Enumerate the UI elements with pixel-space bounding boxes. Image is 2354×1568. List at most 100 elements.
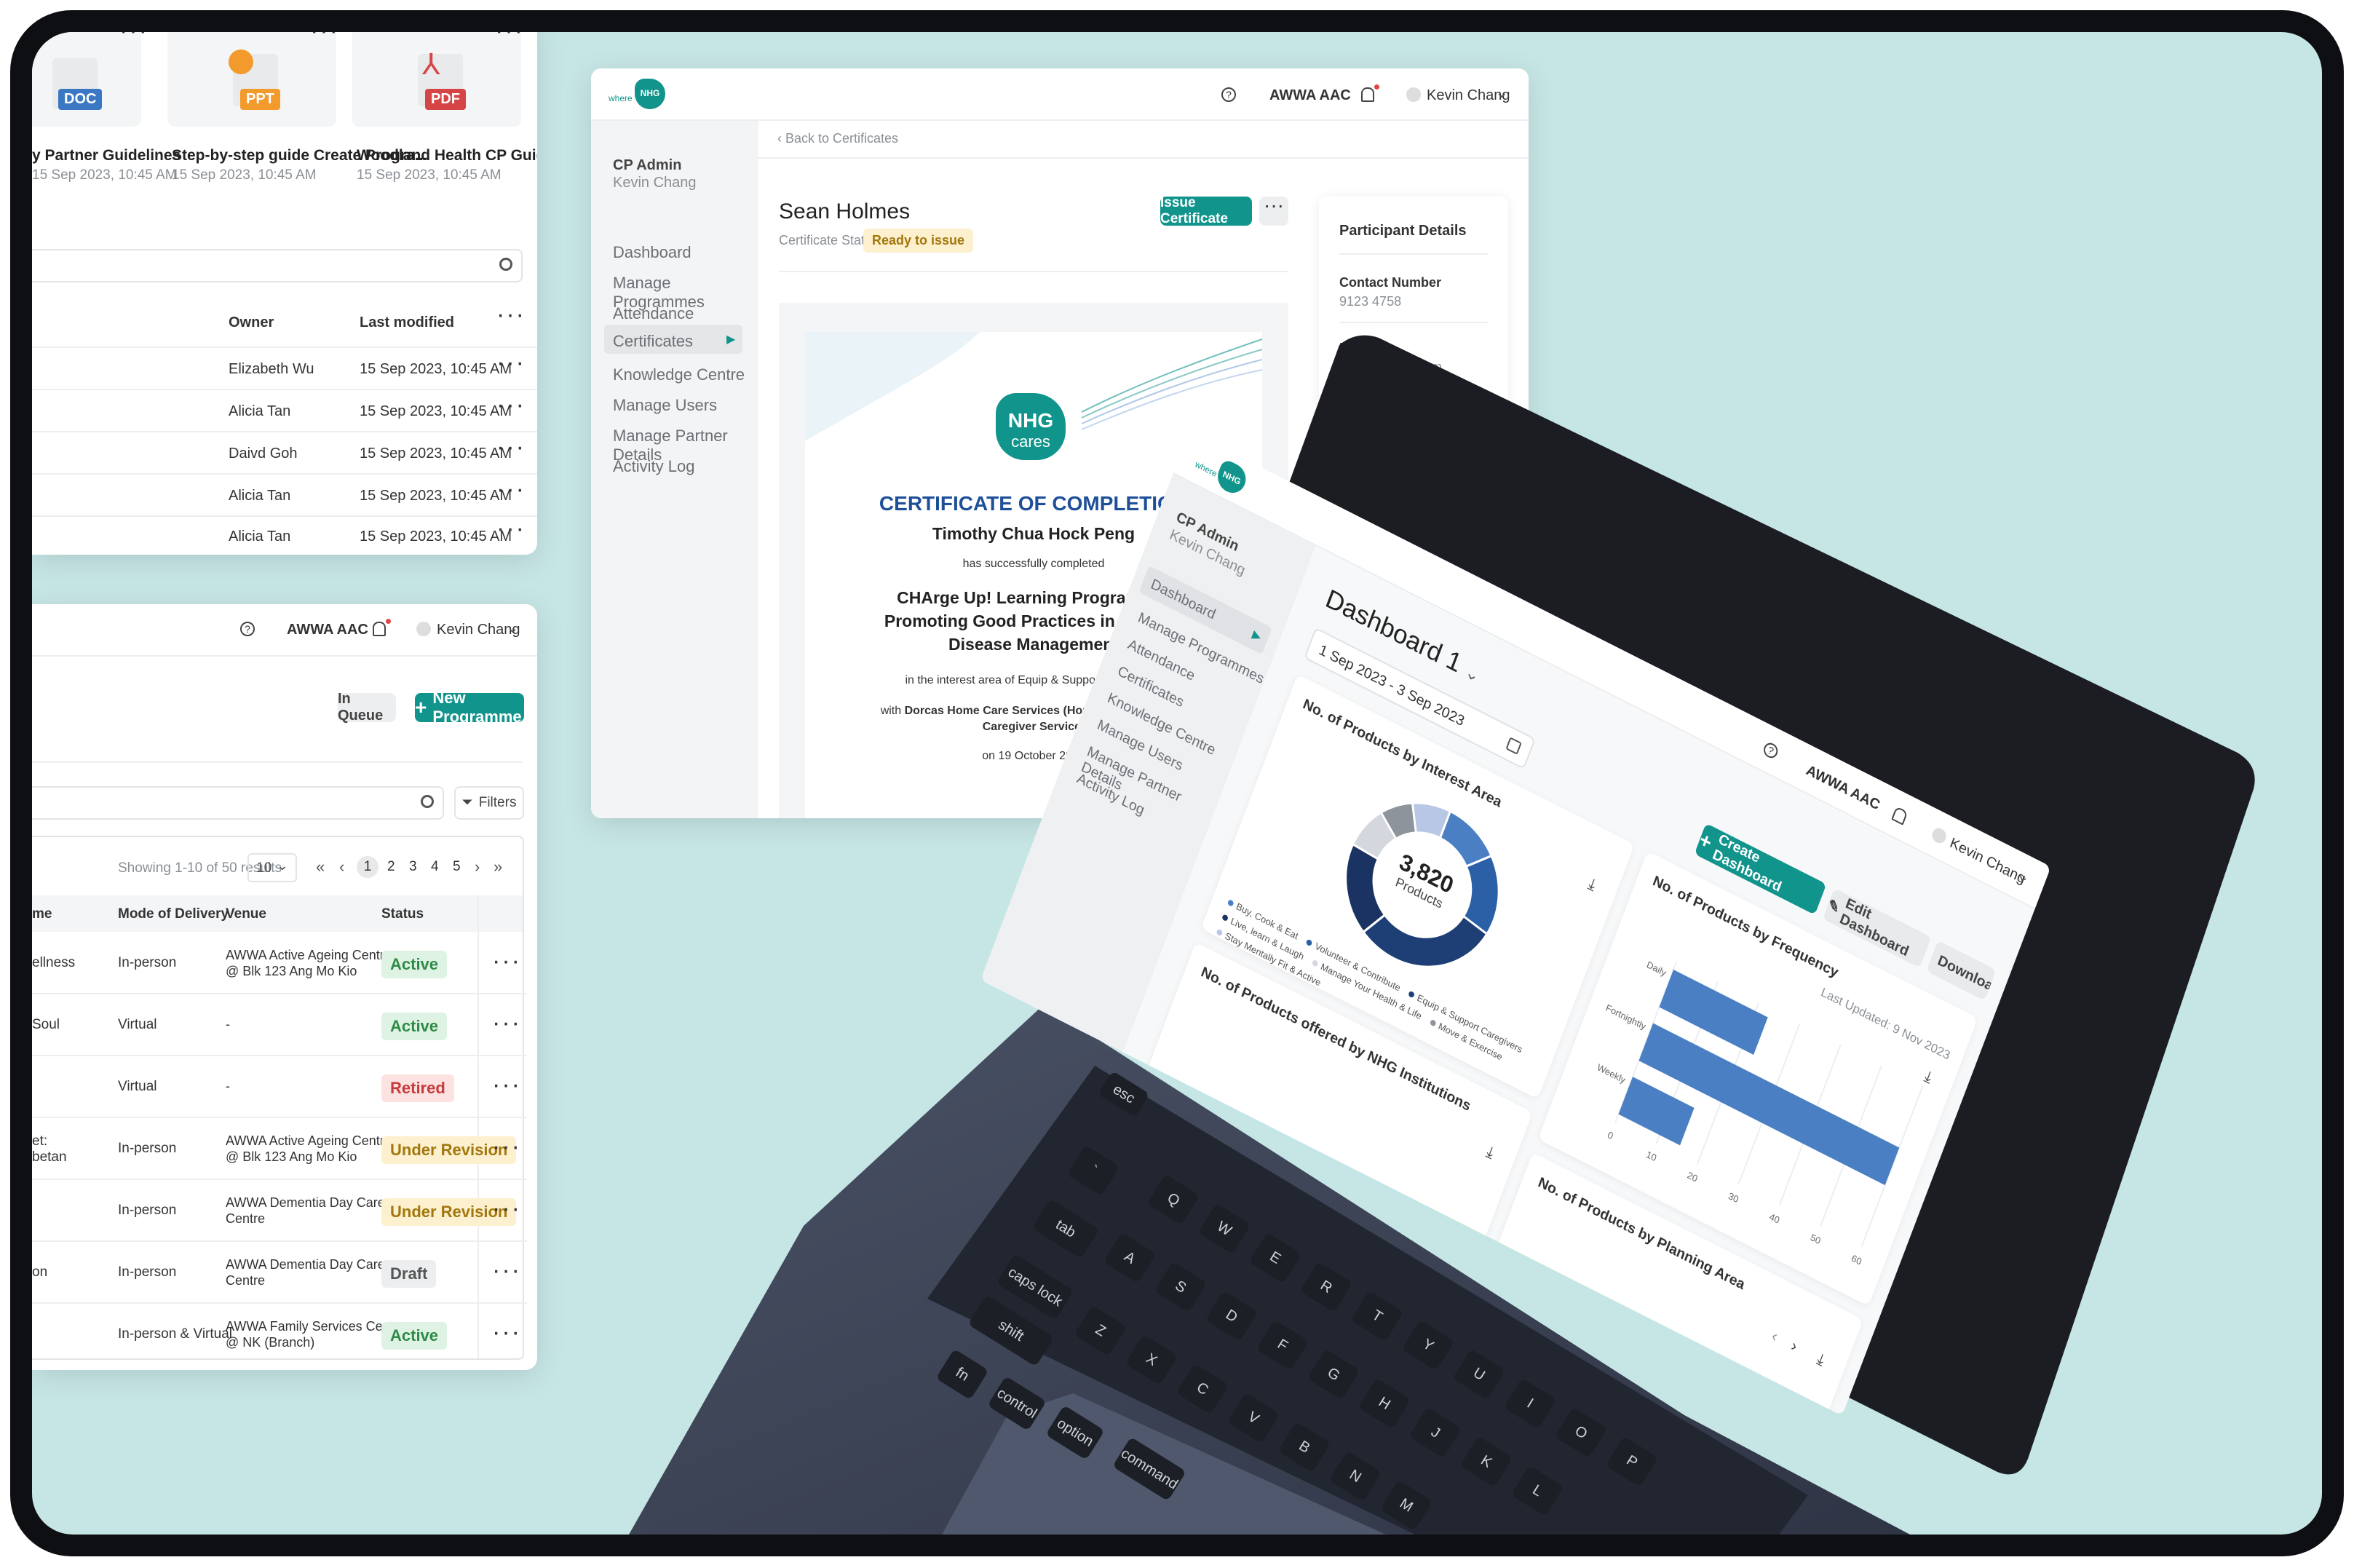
key: J xyxy=(1408,1406,1462,1459)
search-input[interactable] xyxy=(32,249,523,282)
certificate-with: with xyxy=(880,705,902,717)
more-icon[interactable]: ··· xyxy=(496,302,526,327)
page-size-value: 10 xyxy=(256,860,272,876)
last-page-icon[interactable]: » xyxy=(494,858,502,876)
table-row[interactable]: Soul Virtual - Active ··· xyxy=(32,995,527,1056)
more-icon[interactable]: ··· xyxy=(492,1320,521,1345)
next-page-icon[interactable]: › xyxy=(475,858,480,876)
venue-cell: - xyxy=(226,1017,230,1032)
column-header-mode: Mode of Delivery xyxy=(118,906,229,922)
sidebar-item-users[interactable]: Manage Users xyxy=(613,396,717,415)
status-badge: Ready to issue xyxy=(863,229,974,253)
table-row[interactable]: et: betan In-person AWWA Active Ageing C… xyxy=(32,1119,527,1180)
help-icon[interactable]: ? xyxy=(1221,87,1236,102)
page-3[interactable]: 3 xyxy=(409,859,417,875)
table-row[interactable]: Daivd Goh 15 Sep 2023, 10:45 AM ··· xyxy=(32,432,537,473)
file-name[interactable]: Woodland Health CP Guidelines xyxy=(357,147,537,165)
sidebar-role: CP Admin xyxy=(613,157,682,173)
page-2[interactable]: 2 xyxy=(387,859,395,875)
more-icon[interactable]: ··· xyxy=(492,949,521,973)
sidebar-item-attendance[interactable]: Attendance xyxy=(613,304,694,323)
file-name[interactable]: y Partner Guidelines xyxy=(32,147,181,165)
table-row[interactable]: Virtual - Retired ··· xyxy=(32,1057,527,1118)
help-icon[interactable]: ? xyxy=(240,622,255,636)
table-row[interactable]: ellness In-person AWWA Active Ageing Cen… xyxy=(32,933,527,994)
help-icon[interactable]: ? xyxy=(1761,740,1780,761)
download-report-button[interactable]: Download Report xyxy=(1926,940,1997,1001)
chevron-down-icon[interactable]: ⌄ xyxy=(1495,83,1508,102)
more-icon[interactable]: ··· xyxy=(495,32,524,43)
first-page-icon[interactable]: « xyxy=(316,858,325,876)
filters-button[interactable]: ⏷ Filters xyxy=(454,786,524,820)
search-input[interactable] xyxy=(32,786,444,820)
column-header-name: me xyxy=(32,906,52,922)
mode-cell: Virtual xyxy=(118,1017,157,1032)
x-tick-label: 30 xyxy=(1727,1190,1740,1205)
key: H xyxy=(1358,1377,1411,1430)
column-header-owner: Owner xyxy=(229,314,274,330)
more-icon[interactable]: ··· xyxy=(310,32,339,43)
table-row[interactable]: Elizabeth Wu 15 Sep 2023, 10:45 AM ··· xyxy=(32,348,537,389)
chevron-down-icon[interactable]: ⌄ xyxy=(507,619,519,637)
more-icon[interactable]: ··· xyxy=(496,516,526,541)
next-icon[interactable]: › xyxy=(1788,1337,1799,1356)
more-icon[interactable]: ··· xyxy=(492,1258,521,1283)
venue-sub: Centre xyxy=(226,1211,266,1226)
owner-cell: Daivd Goh xyxy=(229,446,298,462)
brand-where: where xyxy=(609,93,633,103)
download-icon[interactable]: ⤓ xyxy=(1484,1142,1497,1163)
more-icon[interactable]: ··· xyxy=(496,477,526,502)
more-icon[interactable]: ··· xyxy=(119,32,148,43)
y-category-label: Fortnightly xyxy=(1604,1002,1648,1032)
prev-icon[interactable]: ‹ xyxy=(1769,1326,1780,1346)
sidebar-item-activity[interactable]: Activity Log xyxy=(613,457,695,476)
back-link[interactable]: ‹ Back to Certificates xyxy=(777,131,898,146)
avatar[interactable] xyxy=(1406,87,1421,102)
nhg-logo: NHG xyxy=(1213,458,1251,498)
prev-page-icon[interactable]: ‹ xyxy=(339,858,344,876)
file-date: 15 Sep 2023, 10:45 AM xyxy=(357,167,502,183)
avatar[interactable] xyxy=(1930,825,1949,846)
more-button[interactable]: ··· xyxy=(1259,195,1288,226)
table-row[interactable]: Alicia Tan 15 Sep 2023, 10:45 AM ··· xyxy=(32,516,537,555)
table-row[interactable]: Alicia Tan 15 Sep 2023, 10:45 AM ··· xyxy=(32,475,537,515)
key: Z xyxy=(1074,1304,1128,1357)
table-row[interactable]: on In-person AWWA Dementia Day Care Cent… xyxy=(32,1243,527,1304)
page-1[interactable]: 1 xyxy=(357,856,379,878)
venue-sub: @ Blk 123 Ang Mo Kio xyxy=(226,964,357,978)
more-icon[interactable]: ··· xyxy=(492,1134,521,1159)
page-size-select[interactable]: 10 ⌄ xyxy=(247,853,297,882)
download-icon[interactable]: ⤓ xyxy=(1586,874,1598,895)
avatar[interactable] xyxy=(416,622,431,636)
status-badge: Retired xyxy=(381,1074,454,1102)
sidebar-item-certificates[interactable]: Certificates ▶ xyxy=(604,325,742,354)
sidebar-item-knowledge[interactable]: Knowledge Centre xyxy=(613,365,745,384)
more-icon[interactable]: ··· xyxy=(496,392,526,417)
bell-icon[interactable] xyxy=(1891,806,1909,825)
download-icon[interactable]: ⤓ xyxy=(1815,1350,1827,1370)
in-queue-button[interactable]: In Queue xyxy=(338,691,396,724)
key: fn xyxy=(935,1348,989,1401)
page-5[interactable]: 5 xyxy=(453,859,461,875)
more-icon[interactable]: ··· xyxy=(492,1010,521,1035)
file-tile[interactable]: ⅄ PDF ··· xyxy=(352,32,524,127)
new-programme-button[interactable]: + New Programme xyxy=(415,689,524,726)
file-tile[interactable]: PPT ··· xyxy=(167,32,339,127)
more-icon[interactable]: ··· xyxy=(492,1196,521,1221)
bell-icon[interactable] xyxy=(1361,87,1374,102)
sidebar-item-dashboard[interactable]: Dashboard xyxy=(613,243,691,262)
more-icon[interactable]: ··· xyxy=(496,435,526,459)
bar[interactable] xyxy=(1618,1077,1695,1146)
bell-icon[interactable] xyxy=(373,622,386,636)
issue-certificate-button[interactable]: Issue Certificate xyxy=(1160,195,1252,226)
table-row[interactable]: In-person & Virtual AWWA Family Services… xyxy=(32,1304,527,1358)
file-tile[interactable]: DOC ··· xyxy=(32,32,147,127)
more-icon[interactable]: ··· xyxy=(492,1072,521,1097)
more-icon[interactable]: ··· xyxy=(496,350,526,375)
key: B xyxy=(1277,1421,1331,1473)
table-row[interactable]: Alicia Tan 15 Sep 2023, 10:45 AM ··· xyxy=(32,390,537,431)
sidebar-item-dashboard[interactable]: Dashboard ▶ xyxy=(1138,565,1272,655)
table-row[interactable]: In-person AWWA Dementia Day Care Centre … xyxy=(32,1181,527,1242)
y-category-label: Weekly xyxy=(1596,1061,1628,1085)
page-4[interactable]: 4 xyxy=(431,859,439,875)
